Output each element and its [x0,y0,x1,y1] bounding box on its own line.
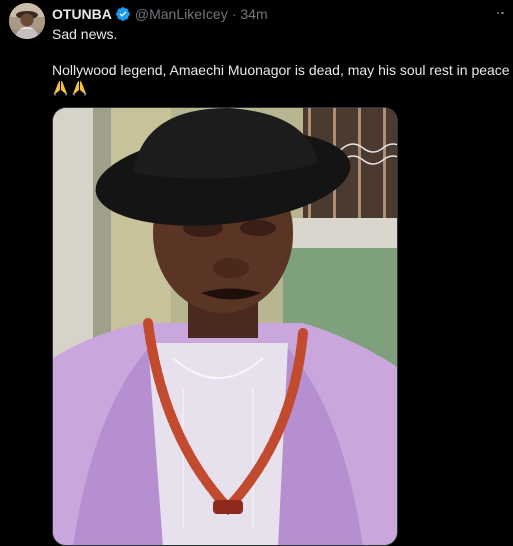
tweet-header: OTUNBA @ManLikeIcey · 34m [52,4,268,24]
timestamp[interactable]: 34m [240,6,267,22]
avatar-image [9,3,45,39]
tweet-text-line-2: Nollywood legend, Amaechi Muonagor is de… [52,62,510,78]
avatar[interactable] [9,3,45,39]
more-dot [496,11,499,15]
separator-dot: · [231,6,237,22]
verified-badge-icon [115,7,130,21]
tweet[interactable]: OTUNBA @ManLikeIcey · 34m Sad news. Noll… [0,0,513,546]
more-dot [501,11,504,15]
more-options-icon[interactable] [491,4,509,22]
user-handle[interactable]: @ManLikeIcey [135,6,228,22]
portrait-photo [53,108,397,545]
tweet-photo[interactable] [52,107,398,546]
folded-hands-emoji [72,80,87,96]
tweet-text-line-1: Sad news. [52,26,118,42]
folded-hands-emoji [53,80,68,96]
emoji-row [52,79,88,96]
display-name[interactable]: OTUNBA [52,6,112,22]
